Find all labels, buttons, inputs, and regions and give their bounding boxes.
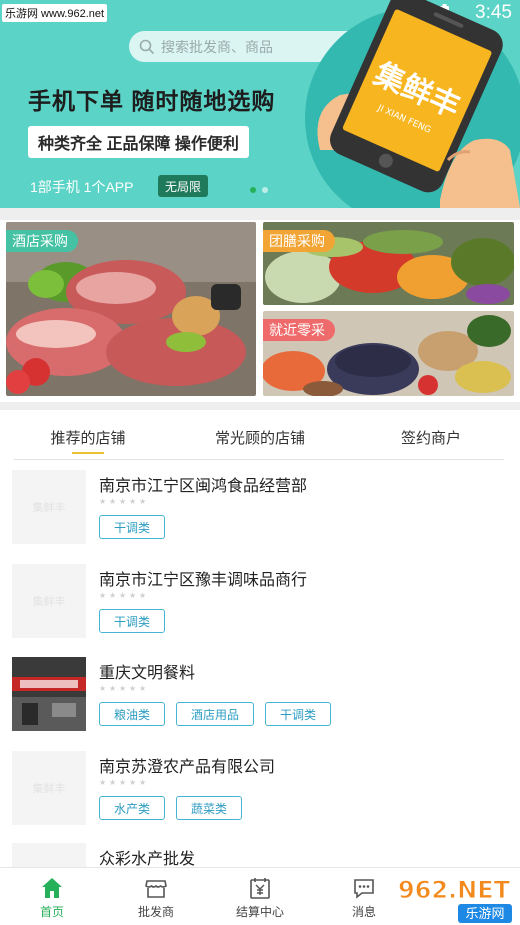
store-list-item[interactable]: 集鲜丰 南京市江宁区豫丰调味品商行 ★ ★ ★ ★ ★ 干调类 (0, 564, 520, 656)
watermark-subtext: 乐游网 (465, 907, 504, 922)
category-group-meal-purchase[interactable]: 团膳采购 (263, 222, 514, 305)
store-tags: 水产类 蔬菜类 (99, 796, 243, 820)
store-list-item[interactable]: 集鲜丰 南京市江宁区闽鸿食品经营部 ★ ★ ★ ★ ★ 干调类 (0, 470, 520, 562)
nav-label: 批发商 (137, 905, 174, 919)
store-tags: 粮油类 酒店用品 干调类 (99, 702, 332, 726)
star-icon: ★ (109, 778, 117, 787)
banner-pagination[interactable] (250, 187, 268, 193)
store-rating: ★ ★ ★ ★ ★ (99, 592, 147, 600)
store-tag-chip[interactable]: 蔬菜类 (176, 796, 243, 820)
star-icon: ★ (109, 591, 117, 600)
store-tags: 干调类 (99, 515, 166, 539)
star-icon: ★ (139, 778, 147, 787)
category-tag: 就近零采 (263, 319, 335, 341)
star-icon: ★ (119, 684, 127, 693)
store-thumbnail: 集鲜丰 (12, 751, 86, 825)
store-tags: 干调类 (99, 609, 166, 633)
section-divider (0, 402, 520, 410)
store-icon (145, 880, 167, 898)
store-list-item[interactable]: 集鲜丰 南京苏澄农产品有限公司 ★ ★ ★ ★ ★ 水产类 蔬菜类 (0, 751, 520, 843)
site-watermark-logo: 962.NET 乐游网 (397, 876, 512, 923)
star-icon: ★ (99, 497, 107, 506)
tab-recommended-stores[interactable]: 推荐的店铺 (14, 414, 162, 460)
store-thumbnail: 集鲜丰 (12, 564, 86, 638)
nav-label: 结算中心 (235, 905, 284, 919)
home-icon (42, 878, 62, 898)
nav-wholesaler[interactable]: 批发商 (104, 868, 208, 925)
category-nearby-retail[interactable]: 就近零采 (263, 311, 514, 396)
star-icon: ★ (129, 778, 137, 787)
nav-label: 首页 (39, 905, 64, 919)
store-name: 南京市江宁区豫丰调味品商行 (99, 572, 308, 589)
category-hotel-purchase[interactable]: 酒店采购 (6, 222, 256, 396)
pagination-dot-active[interactable] (250, 187, 256, 193)
store-list-item[interactable]: 重庆文明餐料 ★ ★ ★ ★ ★ 粮油类 酒店用品 干调类 (0, 657, 520, 749)
phone-illustration: 集鲜丰 JI XIAN FENG (305, 0, 520, 208)
star-icon: ★ (109, 497, 117, 506)
promo-banner[interactable]: 乐游网 www.962.net 3:45 搜索批发商、商品 手机下单 随时随地选… (0, 0, 520, 208)
store-name: 重庆文明餐料 (99, 665, 196, 682)
star-icon: ★ (99, 591, 107, 600)
banner-headline: 手机下单 随时随地选购 (28, 88, 276, 114)
message-icon (354, 879, 374, 899)
store-tag-chip[interactable]: 干调类 (99, 515, 166, 539)
store-tabs: 推荐的店铺 常光顾的店铺 签约商户 (14, 414, 504, 460)
store-name: 众彩水产批发 (99, 851, 196, 868)
store-thumbnail-photo (12, 657, 86, 731)
star-icon: ★ (119, 778, 127, 787)
category-tag: 团膳采购 (263, 230, 335, 252)
banner-tag-chip: 无局限 (158, 175, 209, 197)
star-icon: ★ (139, 684, 147, 693)
store-tag-chip[interactable]: 水产类 (99, 796, 166, 820)
settlement-icon (250, 878, 270, 899)
store-tag-chip[interactable]: 酒店用品 (176, 702, 255, 726)
site-watermark-label: 乐游网 www.962.net (2, 4, 108, 22)
store-tag-chip[interactable]: 粮油类 (99, 702, 166, 726)
star-icon: ★ (119, 591, 127, 600)
store-thumbnail: 集鲜丰 (12, 470, 86, 544)
pagination-dot[interactable] (262, 187, 268, 193)
store-tag-chip[interactable]: 干调类 (265, 702, 332, 726)
section-divider (0, 208, 520, 220)
star-icon: ★ (129, 591, 137, 600)
category-tag: 酒店采购 (6, 230, 78, 252)
app-root: 乐游网 www.962.net 3:45 搜索批发商、商品 手机下单 随时随地选… (0, 0, 520, 925)
search-placeholder: 搜索批发商、商品 (161, 38, 273, 55)
banner-tagline: 1部手机 1个APP (30, 179, 134, 195)
star-icon: ★ (109, 684, 117, 693)
store-rating: ★ ★ ★ ★ ★ (99, 779, 147, 787)
store-tag-chip[interactable]: 干调类 (99, 609, 166, 633)
star-icon: ★ (129, 497, 137, 506)
star-icon: ★ (129, 684, 137, 693)
nav-home[interactable]: 首页 (0, 868, 104, 925)
star-icon: ★ (99, 778, 107, 787)
store-name: 南京苏澄农产品有限公司 (99, 759, 276, 776)
watermark-text: 962.NET (398, 876, 511, 904)
nav-settlement[interactable]: 结算中心 (208, 868, 312, 925)
star-icon: ★ (139, 497, 147, 506)
star-icon: ★ (139, 591, 147, 600)
tab-frequent-stores[interactable]: 常光顾的店铺 (186, 414, 334, 460)
search-icon (139, 39, 155, 54)
store-rating: ★ ★ ★ ★ ★ (99, 685, 147, 693)
store-rating: ★ ★ ★ ★ ★ (99, 498, 147, 506)
star-icon: ★ (99, 684, 107, 693)
star-icon: ★ (119, 497, 127, 506)
store-name: 南京市江宁区闽鸿食品经营部 (99, 478, 308, 495)
banner-subline: 种类齐全 正品保障 操作便利 (28, 126, 249, 158)
tab-contracted-merchants[interactable]: 签约商户 (358, 414, 504, 460)
